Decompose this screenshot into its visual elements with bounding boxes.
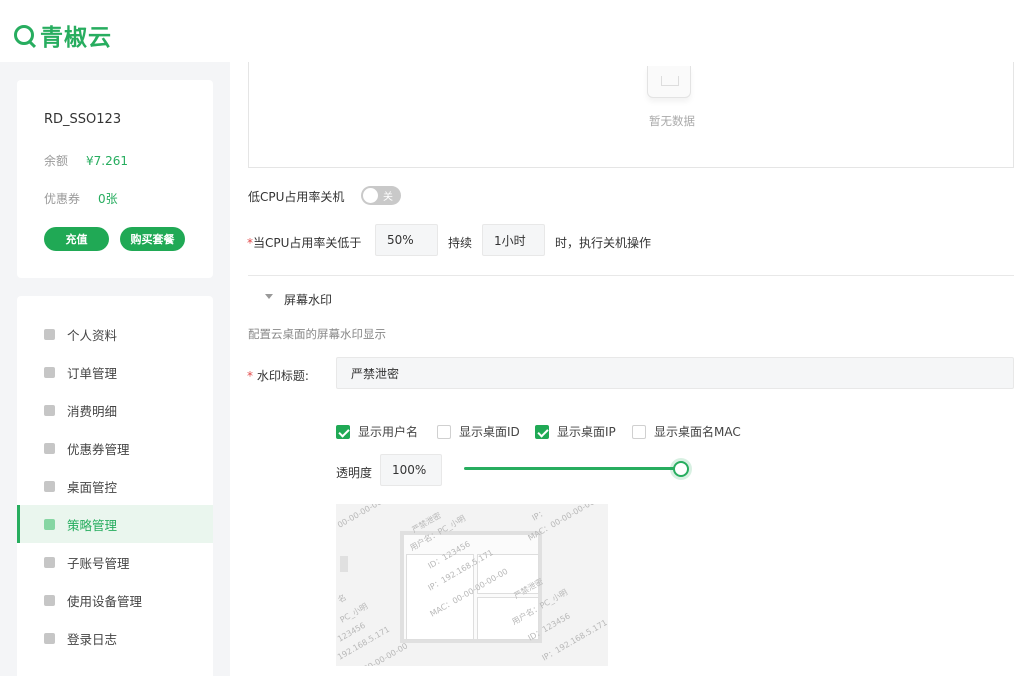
account-username: RD_SSO123 <box>44 112 122 127</box>
show-username-checkbox[interactable]: 显示用户名 <box>336 423 418 440</box>
preview-side-block <box>340 556 348 572</box>
required-mark: * <box>247 369 257 383</box>
low-cpu-shutdown-label: 低CPU占用率关机 <box>248 190 345 204</box>
recharge-button[interactable]: 充值 <box>44 227 109 251</box>
log-icon <box>44 632 55 644</box>
cpu-condition-text: 当CPU占用率关低于 <box>253 236 362 250</box>
coupon-icon <box>44 442 55 454</box>
section-divider <box>248 275 1014 276</box>
coupon-label: 优惠券 <box>44 192 81 206</box>
balance-value: ¥7.261 <box>86 154 129 168</box>
top-bar: 青椒云 <box>0 0 1014 62</box>
checkbox-unchecked-icon <box>632 424 646 439</box>
caret-down-icon[interactable] <box>265 294 273 299</box>
logo-icon <box>14 25 34 45</box>
watermark-preview: 00-00-00-00 严禁泄密 IP： 用户名：PC_小明 MAC：00-00… <box>336 504 608 666</box>
brand-name: 青椒云 <box>40 25 112 51</box>
sidebar-nav: 个人资料 订单管理 消费明细 优惠券管理 桌面管控 策略管理 子账号管理 使用设… <box>17 296 213 676</box>
opacity-label: 透明度 <box>336 466 373 480</box>
watermark-text: 00-00-00-00 <box>336 504 384 530</box>
show-desktop-id-checkbox[interactable]: 显示桌面ID <box>437 423 520 440</box>
duration-label: 持续 <box>448 236 473 250</box>
watermark-title-input[interactable]: 严禁泄密 <box>336 357 1014 389</box>
empty-box-icon <box>647 66 691 98</box>
watermark-section-title[interactable]: 屏幕水印 <box>284 291 332 308</box>
sidebar-item-billing[interactable]: 消费明细 <box>17 391 213 429</box>
device-grid-icon <box>44 594 55 606</box>
checkbox-label: 显示桌面IP <box>557 425 616 439</box>
toggle-state-text: 关 <box>383 192 393 203</box>
balance-row: 余额 ¥7.261 <box>44 152 128 169</box>
opacity-slider-track[interactable] <box>464 467 683 470</box>
sidebar-item-label: 子账号管理 <box>67 555 130 571</box>
empty-table: 暂无数据 <box>248 62 1014 168</box>
checkbox-checked-icon <box>535 424 549 439</box>
sub-account-icon <box>44 556 55 568</box>
cpu-condition-label: *当CPU占用率关低于 <box>247 234 361 251</box>
opacity-input[interactable]: 100% <box>380 454 442 486</box>
main-content: 暂无数据 低CPU占用率关机 关 *当CPU占用率关低于 50% 持续 1小时 … <box>230 62 1014 676</box>
low-cpu-shutdown-toggle[interactable]: 关 <box>361 186 401 205</box>
sidebar-item-desktop-control[interactable]: 桌面管控 <box>17 467 213 505</box>
coupon-row: 优惠券 0张 <box>44 190 118 207</box>
watermark-description: 配置云桌面的屏幕水印显示 <box>248 327 386 341</box>
sidebar-item-devices[interactable]: 使用设备管理 <box>17 581 213 619</box>
coupon-value: 0张 <box>98 192 118 206</box>
sidebar-item-label: 使用设备管理 <box>67 593 143 609</box>
sidebar-item-profile[interactable]: 个人资料 <box>17 315 213 353</box>
sidebar-item-login-log[interactable]: 登录日志 <box>17 619 213 657</box>
checkbox-label: 显示用户名 <box>358 425 419 439</box>
checkbox-checked-icon <box>336 424 350 439</box>
sidebar-item-label: 桌面管控 <box>67 479 118 495</box>
sidebar-item-label: 登录日志 <box>67 631 118 647</box>
show-desktop-ip-checkbox[interactable]: 显示桌面IP <box>535 423 616 440</box>
sidebar-item-label: 消费明细 <box>67 403 118 419</box>
account-card: RD_SSO123 余额 ¥7.261 优惠券 0张 充值 购买套餐 <box>17 80 213 278</box>
sidebar-item-policy[interactable]: 策略管理 <box>17 505 213 543</box>
show-desktop-mac-checkbox[interactable]: 显示桌面名MAC <box>632 423 741 440</box>
empty-state-text: 暂无数据 <box>649 114 695 128</box>
watermark-title-text: 水印标题: <box>256 369 309 383</box>
shutdown-action-label: 时，执行关机操作 <box>555 236 652 250</box>
sidebar-item-orders[interactable]: 订单管理 <box>17 353 213 391</box>
brand-logo[interactable]: 青椒云 <box>14 18 112 52</box>
desktop-icon <box>44 480 55 492</box>
user-icon <box>44 328 55 340</box>
checkbox-label: 显示桌面名MAC <box>654 425 741 439</box>
balance-label: 余额 <box>44 154 69 168</box>
list-icon <box>44 518 55 530</box>
cpu-threshold-input[interactable]: 50% <box>375 224 438 256</box>
checkbox-unchecked-icon <box>437 424 451 439</box>
sidebar-item-label: 策略管理 <box>67 517 118 533</box>
buy-package-button[interactable]: 购买套餐 <box>120 227 185 251</box>
sidebar-item-label: 个人资料 <box>67 327 118 343</box>
bill-icon <box>44 404 55 416</box>
checkbox-label: 显示桌面ID <box>459 425 520 439</box>
order-icon <box>44 366 55 378</box>
opacity-slider-handle[interactable] <box>673 461 689 477</box>
watermark-text: 名 <box>336 592 348 605</box>
duration-input[interactable]: 1小时 <box>482 224 545 256</box>
sidebar-item-label: 订单管理 <box>67 365 118 381</box>
sidebar-item-coupons[interactable]: 优惠券管理 <box>17 429 213 467</box>
sidebar-item-label: 优惠券管理 <box>67 441 130 457</box>
toggle-knob <box>363 188 378 203</box>
watermark-text: IP： <box>530 507 549 523</box>
sidebar-item-sub-accounts[interactable]: 子账号管理 <box>17 543 213 581</box>
watermark-title-label: * 水印标题: <box>247 367 309 384</box>
